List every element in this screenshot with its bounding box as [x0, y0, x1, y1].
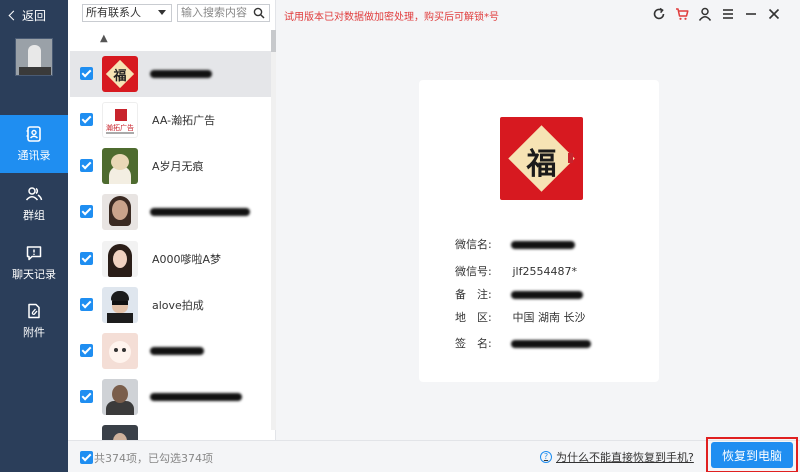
user-icon[interactable]	[698, 7, 712, 21]
detail-row-signature: 签 名:	[455, 335, 591, 351]
detail-value: 中国 湖南 长沙	[512, 311, 586, 324]
select-all-checkbox[interactable]	[80, 451, 93, 464]
detail-label: 备 注:	[455, 288, 492, 301]
contact-checkbox[interactable]	[80, 298, 93, 311]
contact-avatar	[102, 379, 138, 415]
bottom-bar: 共374项，已勾选374项 ? 为什么不能直接恢复到手机? 恢复到电脑	[68, 437, 800, 472]
redacted-value	[511, 340, 591, 348]
menu-icon[interactable]	[721, 7, 735, 21]
contact-avatar	[102, 194, 138, 230]
detail-row-region: 地 区: 中国 湖南 长沙	[455, 309, 586, 325]
contacts-icon	[26, 126, 41, 142]
trial-notice: 试用版本已对数据做加密处理，购买后可解锁*号	[284, 12, 499, 23]
contact-name: alove拍成	[152, 299, 204, 312]
contact-name: A岁月无痕	[152, 160, 204, 173]
index-letter: ▲	[100, 33, 108, 44]
selection-count: 共374项，已勾选374项	[94, 452, 213, 465]
contact-checkbox[interactable]	[80, 344, 93, 357]
redacted-name	[150, 347, 204, 355]
search-input[interactable]	[181, 6, 253, 19]
window-controls	[652, 4, 781, 24]
detail-label: 地 区:	[455, 311, 492, 324]
contact-checkbox[interactable]	[80, 159, 93, 172]
contact-checkbox[interactable]	[80, 252, 93, 265]
minimize-icon[interactable]	[744, 7, 758, 21]
detail-label: 签 名:	[455, 337, 492, 350]
back-button[interactable]: 返回	[8, 6, 47, 24]
user-avatar[interactable]	[15, 38, 53, 76]
list-item[interactable]	[70, 189, 271, 235]
nav-item-groups[interactable]: 群组	[0, 175, 68, 233]
contact-checkbox[interactable]	[80, 67, 93, 80]
contact-avatar	[102, 148, 138, 184]
cart-icon[interactable]	[675, 7, 689, 21]
contact-avatar	[102, 241, 138, 277]
contact-filter-select[interactable]: 所有联系人	[82, 4, 172, 22]
chat-icon	[26, 246, 42, 261]
search-icon[interactable]	[253, 7, 265, 19]
list-item[interactable]: alove拍成	[70, 282, 271, 328]
contact-avatar	[102, 425, 138, 440]
restore-to-pc-button[interactable]: 恢复到电脑	[711, 442, 793, 468]
redacted-value	[511, 241, 575, 249]
contact-name: A000嗲啦A梦	[152, 253, 222, 266]
nav-item-contacts[interactable]: 通讯录	[0, 115, 68, 173]
contact-checkbox[interactable]	[80, 205, 93, 218]
detail-row-wechat-name: 微信名:	[455, 236, 575, 252]
redacted-name	[150, 70, 212, 78]
contact-name: AA-瀚拓广告	[152, 114, 216, 127]
contact-avatar	[102, 333, 138, 369]
list-item[interactable]: 瀚拓广告 AA-瀚拓广告	[70, 97, 271, 143]
nav-label: 群组	[23, 209, 45, 222]
redacted-name	[150, 393, 242, 401]
restore-highlight-frame: 恢复到电脑	[706, 437, 798, 472]
detail-row-wechat-id: 微信号: jlf2554487*	[455, 263, 577, 279]
question-icon: ?	[540, 451, 552, 463]
caret-down-icon	[158, 10, 166, 15]
nav-label: 聊天记录	[12, 268, 56, 281]
list-item[interactable]	[70, 328, 271, 374]
list-scrollbar[interactable]	[271, 30, 276, 430]
contact-detail-avatar: 福	[500, 117, 583, 200]
contact-detail-card: 福 微信名: 微信号: jlf2554487* 备 注: 地 区: 中国 湖南 …	[419, 80, 659, 382]
redacted-name	[150, 208, 250, 216]
detail-label: 微信名:	[455, 238, 492, 251]
nav-item-chat-history[interactable]: 聊天记录	[0, 234, 68, 292]
detail-row-remark: 备 注:	[455, 286, 583, 302]
filter-value: 所有联系人	[86, 6, 141, 19]
attachment-icon	[28, 303, 40, 319]
list-item[interactable]	[70, 374, 271, 420]
contact-checkbox[interactable]	[80, 390, 93, 403]
search-box	[177, 4, 270, 22]
scrollbar-thumb[interactable]	[271, 30, 276, 52]
left-nav: 返回 通讯录 群组 聊天记录 附件	[0, 0, 68, 472]
contact-avatar	[102, 287, 138, 323]
help-link[interactable]: ? 为什么不能直接恢复到手机?	[540, 449, 694, 465]
close-icon[interactable]	[767, 7, 781, 21]
refresh-icon[interactable]	[652, 7, 666, 21]
list-item[interactable]: A岁月无痕	[70, 143, 271, 189]
help-link-text: 为什么不能直接恢复到手机?	[556, 451, 694, 464]
group-icon	[25, 187, 43, 201]
detail-value: jlf2554487*	[512, 265, 577, 278]
list-item[interactable]: 福	[70, 51, 271, 97]
list-item[interactable]	[70, 420, 271, 440]
redacted-value	[511, 291, 583, 299]
list-item[interactable]: A000嗲啦A梦	[70, 236, 271, 282]
contact-avatar: 福	[102, 56, 138, 92]
chevron-left-icon	[8, 10, 19, 20]
detail-label: 微信号:	[455, 265, 492, 278]
nav-label: 通讯录	[17, 149, 51, 162]
nav-item-attachments[interactable]: 附件	[0, 292, 68, 350]
nav-label: 附件	[23, 326, 45, 339]
contact-checkbox[interactable]	[80, 113, 93, 126]
contact-avatar: 瀚拓广告	[102, 102, 138, 138]
back-label: 返回	[22, 8, 47, 23]
